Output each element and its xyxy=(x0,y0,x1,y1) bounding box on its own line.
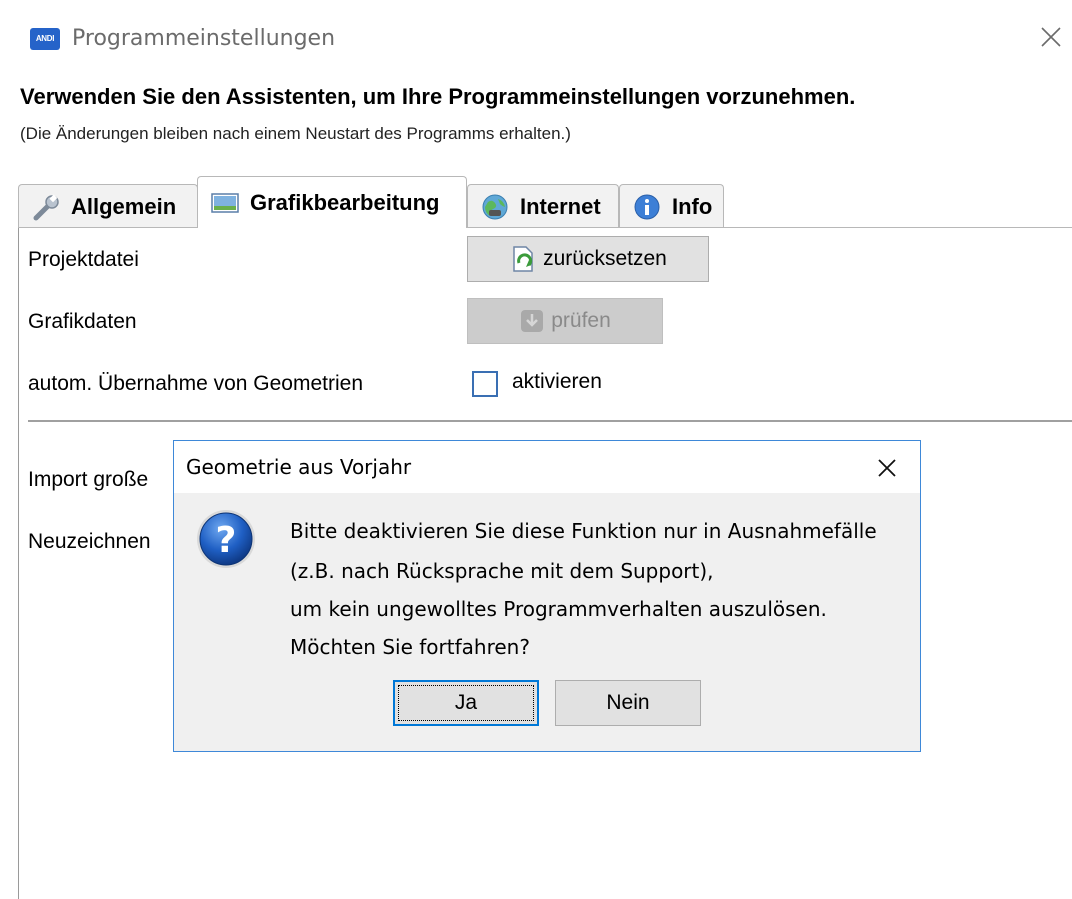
graphic-data-label: Grafikdaten xyxy=(28,310,137,333)
close-icon[interactable] xyxy=(872,453,902,483)
dialog-titlebar: Geometrie aus Vorjahr xyxy=(174,441,920,493)
page-subtitle: (Die Änderungen bleiben nach einem Neust… xyxy=(20,124,571,143)
auto-adopt-label: autom. Übernahme von Geometrien xyxy=(28,372,364,395)
settings-window: ANDI Programmeinstellungen Verwenden Sie… xyxy=(0,0,1072,899)
image-icon xyxy=(211,192,239,213)
window-edge xyxy=(18,226,19,899)
tab-label: Info xyxy=(672,193,713,219)
reset-button-label: zurücksetzen xyxy=(543,247,667,270)
globe-icon xyxy=(482,194,508,219)
tab-panel-border xyxy=(18,227,1072,228)
project-file-label: Projektdatei xyxy=(28,248,139,271)
dialog-title: Geometrie aus Vorjahr xyxy=(186,455,412,479)
dialog-message-line: um kein ungewolltes Programmverhalten au… xyxy=(290,597,827,621)
window-titlebar: ANDI Programmeinstellungen xyxy=(0,0,1072,70)
app-logo-icon: ANDI xyxy=(30,28,60,50)
question-icon: ? xyxy=(197,510,255,568)
tab-internet[interactable]: Internet xyxy=(467,184,619,228)
check-button-label: prüfen xyxy=(551,309,611,332)
tab-allgemein[interactable]: Allgemein xyxy=(18,184,198,228)
reset-button[interactable]: zurücksetzen xyxy=(467,236,709,282)
reset-document-icon xyxy=(513,246,533,272)
tab-label: Allgemein xyxy=(71,193,177,219)
check-button[interactable]: prüfen xyxy=(467,298,663,344)
tab-label: Internet xyxy=(520,193,601,219)
auto-adopt-checkbox-label[interactable]: aktivieren xyxy=(512,370,602,394)
window-title: Programmeinstellungen xyxy=(72,26,336,51)
check-download-icon xyxy=(521,310,544,332)
page-headline: Verwenden Sie den Assistenten, um Ihre P… xyxy=(20,84,856,109)
tab-grafikbearbeitung[interactable]: Grafikbearbeitung xyxy=(197,176,467,228)
no-button-label: Nein xyxy=(606,691,650,714)
wrench-icon xyxy=(33,193,59,220)
dialog-message-line: Bitte deaktivieren Sie diese Funktion nu… xyxy=(290,519,877,543)
auto-adopt-checkbox[interactable] xyxy=(472,371,498,397)
focus-outline xyxy=(398,685,534,721)
info-icon xyxy=(634,194,660,219)
yes-button[interactable]: Ja xyxy=(393,680,539,726)
import-label: Import große xyxy=(28,468,149,491)
svg-text:?: ? xyxy=(216,520,237,561)
dialog-message-line: (z.B. nach Rücksprache mit dem Support), xyxy=(290,559,714,583)
dialog-message-line: Möchten Sie fortfahren? xyxy=(290,635,530,659)
redraw-label: Neuzeichnen xyxy=(28,530,151,553)
tab-info[interactable]: Info xyxy=(619,184,724,228)
no-button[interactable]: Nein xyxy=(555,680,701,726)
close-icon[interactable] xyxy=(1036,22,1066,52)
tab-label: Grafikbearbeitung xyxy=(250,189,440,215)
section-divider xyxy=(28,420,1072,422)
confirm-dialog: Geometrie aus Vorjahr ? Bitte deaktivier… xyxy=(173,440,921,752)
